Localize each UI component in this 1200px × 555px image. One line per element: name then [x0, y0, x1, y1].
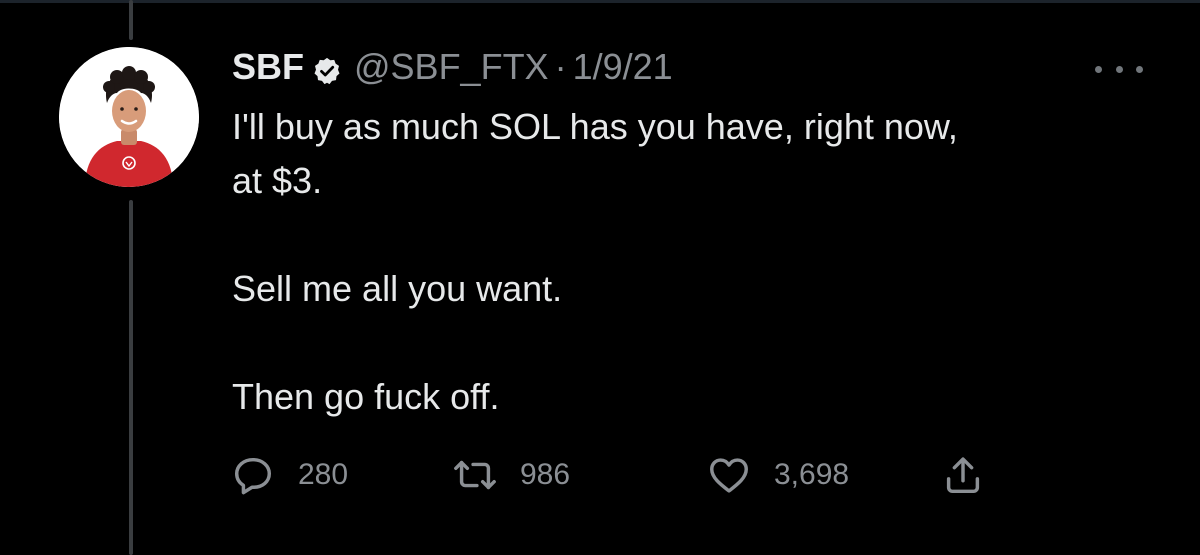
tweet-line: I'll buy as much SOL has you have, right…: [232, 106, 958, 147]
tweet-line: at $3.: [232, 160, 323, 201]
tweet-body: I'll buy as much SOL has you have, right…: [232, 100, 1132, 424]
share-icon: [940, 452, 986, 498]
separator-dot: ·: [554, 46, 567, 87]
verified-badge-icon: [312, 52, 342, 85]
share-button[interactable]: [940, 450, 986, 500]
tweet-actions: 280 986 3,698: [230, 450, 1000, 500]
tweet-line: Then go fuck off.: [232, 376, 500, 417]
retweet-icon: [452, 452, 498, 498]
like-button[interactable]: 3,698: [706, 450, 849, 500]
thread-connector-top: [129, 0, 133, 40]
thread-connector-bottom: [129, 200, 133, 555]
top-border: [0, 0, 1200, 3]
tweet-header: SBF @SBF_FTX · 1/9/21: [232, 45, 673, 89]
avatar[interactable]: [59, 47, 199, 187]
retweet-count: 986: [520, 458, 571, 491]
display-name[interactable]: SBF: [232, 45, 304, 89]
like-count: 3,698: [774, 458, 850, 491]
heart-icon: [706, 452, 752, 498]
avatar-illustration: [59, 47, 199, 187]
tweet-line: Sell me all you want.: [232, 268, 563, 309]
user-handle[interactable]: @SBF_FTX: [354, 45, 549, 89]
reply-icon: [230, 452, 276, 498]
tweet-date[interactable]: 1/9/21: [573, 45, 673, 89]
reply-button[interactable]: 280: [230, 450, 348, 500]
more-dots-icon[interactable]: [1095, 62, 1143, 76]
retweet-button[interactable]: 986: [452, 450, 570, 500]
reply-count: 280: [298, 458, 349, 491]
more-dot: [1136, 65, 1143, 73]
more-dot: [1095, 65, 1102, 73]
more-dot: [1115, 65, 1123, 73]
